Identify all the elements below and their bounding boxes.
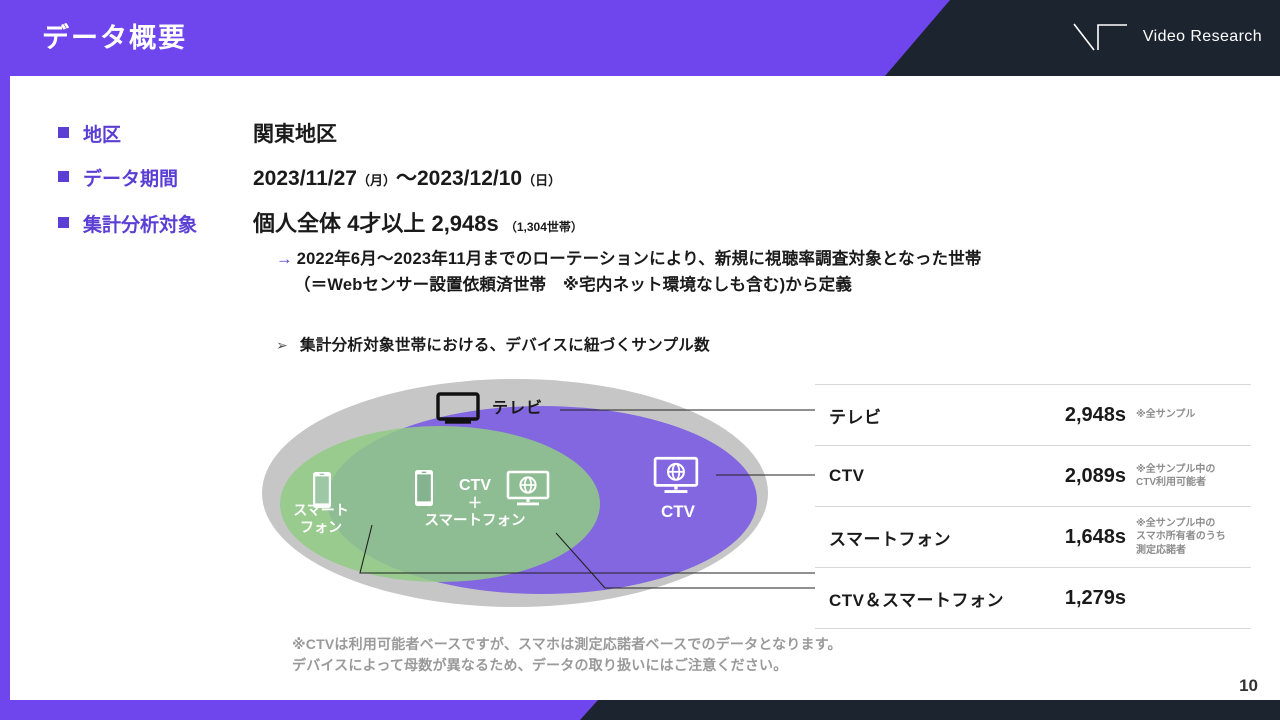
table-row: CTV＆スマートフォン 1,279s (815, 567, 1251, 629)
table-cell-name: スマートフォン (829, 529, 951, 549)
definition-note: → 2022年6月〜2023年11月までのローテーションにより、新規に視聴率調査対… (276, 246, 1196, 298)
table-row: スマートフォン 1,648s ※全サンプル中の スマホ所有者のうち 測定応諾者 (815, 506, 1251, 567)
venn-label-tv: テレビ (492, 400, 544, 417)
brand-logo: Video Research (1072, 21, 1262, 53)
definition-note-line2: （＝Webセンサー設置依頼済世帯 ※宅内ネット環境なしも含む)から定義 (294, 276, 853, 294)
table-cell-note: ※全サンプル (1136, 409, 1196, 421)
sample-count-table: テレビ 2,948s ※全サンプル CTV 2,089s ※全サンプル中の CTV… (815, 384, 1251, 629)
table-cell-note: ※全サンプル中の スマホ所有者のうち 測定応諾者 (1136, 517, 1226, 556)
chevron-marker-icon: ➢ (276, 337, 289, 353)
section-subheading-text: 集計分析対象世帯における、デバイスに紐づくサンプル数 (300, 337, 710, 354)
left-accent-bar (0, 76, 10, 720)
bullet-value-region: 関東地区 (253, 123, 337, 146)
bullet-row-target: 集計分析対象 個人全体 4才以上 2,948s （1,304世帯） (58, 206, 1218, 238)
footnote-line2: デバイスによって母数が異なるため、データの取り扱いにはご注意ください。 (292, 657, 788, 673)
bullet-square-icon (58, 171, 69, 182)
page-title: データ概要 (42, 23, 187, 53)
bullet-label-region: 地区 (83, 125, 122, 146)
table-cell-value: 1,279s (1064, 586, 1126, 609)
slide-header: データ概要 Video Research (0, 0, 1280, 76)
target-main: 個人全体 4才以上 2,948s (253, 211, 499, 236)
smartphone-icon (415, 470, 433, 506)
period-end-dow: （日） (522, 173, 562, 188)
bottom-accent-bar (0, 700, 1280, 720)
table-cell-value: 2,089s (1064, 464, 1126, 487)
slide-root: データ概要 Video Research 10 地区 関東地区 データ期間 20… (0, 0, 1280, 720)
target-households: （1,304世帯） (504, 220, 583, 234)
bullet-value-period: 2023/11/27（月）〜2023/12/10（日） (253, 162, 561, 192)
table-cell-note: ※全サンプル中の CTV利用可能者 (1136, 463, 1216, 489)
footnote-line1: ※CTVは利用可能者ベースですが、スマホは測定応諾者ベースでのデータとなります。 (292, 636, 842, 652)
bottom-dark-wedge (580, 700, 1280, 720)
bullet-square-icon (58, 127, 69, 138)
page-number: 10 (1239, 676, 1258, 695)
table-footnote: ※CTVは利用可能者ベースですが、スマホは測定応諾者ベースでのデータとなります。… (292, 634, 842, 676)
ctv-monitor-globe-icon (506, 470, 550, 506)
section-subheading: ➢ 集計分析対象世帯における、デバイスに紐づくサンプル数 (276, 333, 710, 355)
table-cell-value: 1,648s (1064, 525, 1126, 548)
smartphone-icon (313, 472, 331, 508)
table-cell-name: CTV＆スマートフォン (829, 590, 1004, 610)
summary-bullet-list: 地区 関東地区 データ期間 2023/11/27（月）〜2023/12/10（日… (58, 118, 1218, 252)
brand-logo-text: Video Research (1142, 28, 1262, 45)
table-cell-value: 2,948s (1064, 403, 1126, 426)
period-start: 2023/11/27 (253, 167, 357, 190)
table-row: テレビ 2,948s ※全サンプル (815, 384, 1251, 445)
table-row: CTV 2,089s ※全サンプル中の CTV利用可能者 (815, 445, 1251, 506)
ctv-monitor-globe-icon (653, 456, 699, 494)
video-research-logo-icon (1073, 23, 1127, 51)
table-cell-name: テレビ (829, 407, 882, 427)
period-end: 〜2023/12/10 (395, 167, 523, 190)
bullet-label-target: 集計分析対象 (83, 215, 198, 236)
arrow-right-icon: → (276, 250, 293, 268)
table-cell-name: CTV (829, 466, 865, 485)
bullet-label-period: データ期間 (83, 169, 179, 190)
period-start-dow: （月） (356, 173, 396, 188)
bullet-row-region: 地区 関東地区 (58, 118, 1218, 148)
bullet-square-icon (58, 217, 69, 228)
tv-icon (436, 392, 480, 424)
bullet-value-target: 個人全体 4才以上 2,948s （1,304世帯） (253, 206, 583, 238)
bullet-row-period: データ期間 2023/11/27（月）〜2023/12/10（日） (58, 162, 1218, 192)
definition-note-line1: 2022年6月〜2023年11月までのローテーションにより、新規に視聴率調査対象… (296, 250, 982, 268)
